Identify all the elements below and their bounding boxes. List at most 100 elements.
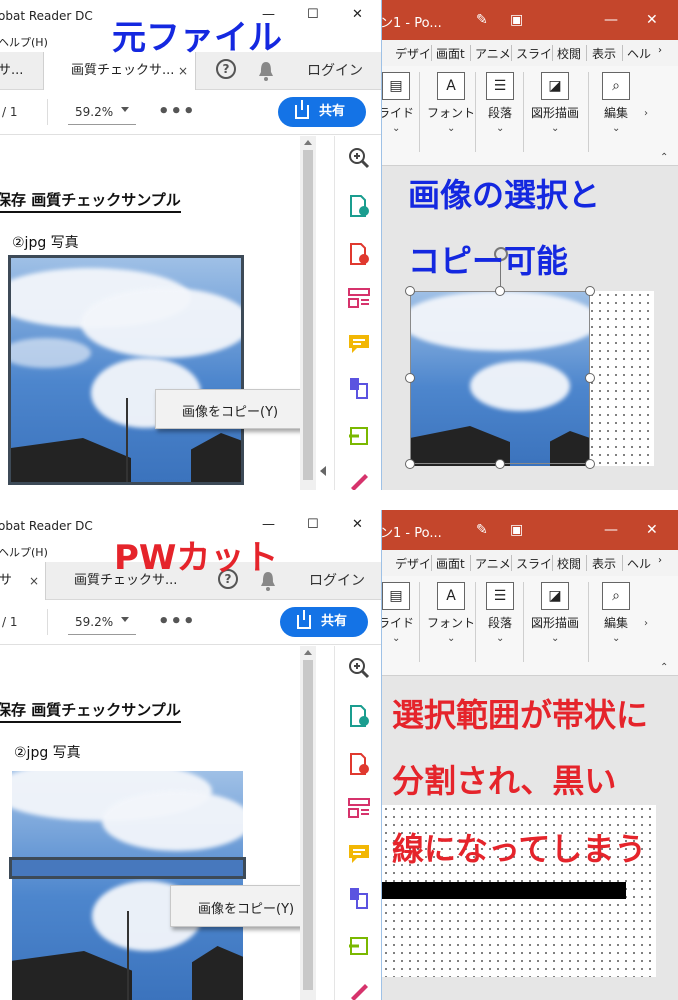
tab-transitions[interactable]: 画面t <box>436 45 465 62</box>
login-link[interactable]: ログイン <box>309 562 365 600</box>
tab-review[interactable]: 校閲 <box>557 45 581 62</box>
chevron-up-icon[interactable]: ⌃ <box>660 662 668 673</box>
chevron-up-icon[interactable]: ⌃ <box>660 152 668 163</box>
create-pdf-icon[interactable] <box>347 752 371 776</box>
resize-handle[interactable] <box>405 286 415 296</box>
tab-help[interactable]: ヘル <box>627 45 651 62</box>
create-pdf-icon[interactable] <box>347 242 371 266</box>
chevron-right-icon[interactable]: › <box>658 555 662 566</box>
chevron-down-icon[interactable]: ⌄ <box>392 123 400 134</box>
resize-handle[interactable] <box>405 373 415 383</box>
resize-handle[interactable] <box>585 286 595 296</box>
brush-icon[interactable]: ✎ <box>476 522 488 538</box>
more-tools-button[interactable]: ••• <box>158 611 196 632</box>
close-icon[interactable]: ✕ <box>352 517 363 532</box>
tab-design[interactable]: デザイ <box>395 45 431 62</box>
share-button[interactable]: 共有 <box>278 97 366 127</box>
login-link[interactable]: ログイン <box>307 52 363 90</box>
ribbon-drawing-group[interactable]: ◪ 図形描画 <box>526 582 584 631</box>
tab-view[interactable]: 表示 <box>592 45 616 62</box>
combine-files-icon[interactable] <box>347 376 371 400</box>
chevron-down-icon[interactable]: ⌄ <box>447 123 455 134</box>
tab-slideshow[interactable]: スライ <box>516 555 552 572</box>
export-pdf-icon[interactable] <box>347 194 371 218</box>
close-icon[interactable]: ✕ <box>352 7 363 22</box>
menu-help[interactable]: ヘルプ(H) <box>0 34 48 50</box>
ribbon-slide-group[interactable]: ▤ ライド <box>382 582 416 631</box>
resize-handle[interactable] <box>495 286 505 296</box>
collapse-panel-icon[interactable] <box>320 466 326 476</box>
copy-image-menu-item[interactable]: 画像をコピー(Y) <box>182 401 278 420</box>
chevron-down-icon[interactable]: ⌄ <box>496 633 504 644</box>
chevron-down-icon[interactable]: ⌄ <box>392 633 400 644</box>
minimize-icon[interactable]: — <box>604 522 618 538</box>
page-number[interactable]: / 1 <box>2 615 18 629</box>
fill-sign-icon[interactable] <box>347 978 371 1000</box>
chevron-right-icon[interactable]: › <box>644 108 648 119</box>
chevron-down-icon[interactable]: ⌄ <box>447 633 455 644</box>
more-tools-button[interactable]: ••• <box>158 101 196 122</box>
ribbon-font-group[interactable]: A フォント <box>422 582 480 631</box>
tab-review[interactable]: 校閲 <box>557 555 581 572</box>
chevron-down-icon[interactable]: ⌄ <box>551 633 559 644</box>
tab-slideshow[interactable]: スライ <box>516 45 552 62</box>
resize-handle[interactable] <box>405 459 415 469</box>
sky-photo[interactable] <box>8 255 244 485</box>
chevron-down-icon[interactable]: ⌄ <box>612 633 620 644</box>
tab-close-icon[interactable]: × <box>29 562 39 600</box>
zoom-level[interactable]: 59.2% <box>75 105 113 119</box>
organize-pages-icon[interactable] <box>347 796 371 820</box>
comment-icon[interactable] <box>347 332 371 356</box>
close-icon[interactable]: ✕ <box>646 12 658 28</box>
chevron-down-icon[interactable]: ⌄ <box>551 123 559 134</box>
ribbon-display-icon[interactable]: ▣ <box>510 12 523 28</box>
page-number[interactable]: / 1 <box>2 105 18 119</box>
scroll-up-arrow[interactable] <box>304 650 312 655</box>
scroll-up-arrow[interactable] <box>304 140 312 145</box>
ribbon-display-icon[interactable]: ▣ <box>510 522 523 538</box>
organize-pages-icon[interactable] <box>347 286 371 310</box>
maximize-icon[interactable]: ☐ <box>307 517 319 532</box>
chevron-down-icon[interactable] <box>121 617 129 622</box>
zoom-in-icon[interactable] <box>347 656 371 680</box>
document-view[interactable]: 保存 画質チェックサンプル ②jpg 写真 画像をコピー(Y) <box>0 646 300 1000</box>
resize-handle[interactable] <box>585 459 595 469</box>
close-icon[interactable]: ✕ <box>646 522 658 538</box>
tab-view[interactable]: 表示 <box>592 555 616 572</box>
ribbon-paragraph-group[interactable]: ☰ 段落 <box>478 582 522 631</box>
zoom-level[interactable]: 59.2% <box>75 615 113 629</box>
vertical-scrollbar[interactable] <box>300 646 316 1000</box>
maximize-icon[interactable]: ☐ <box>307 7 319 22</box>
tab-animations[interactable]: アニメ <box>475 555 511 572</box>
edit-pdf-icon[interactable] <box>347 934 371 958</box>
ribbon-slide-group[interactable]: ▤ ライド <box>382 72 416 121</box>
tab-transitions[interactable]: 画面t <box>436 555 465 572</box>
comment-icon[interactable] <box>347 842 371 866</box>
export-pdf-icon[interactable] <box>347 704 371 728</box>
ribbon-editing-group[interactable]: ⌕ 編集 <box>594 582 638 631</box>
chevron-right-icon[interactable]: › <box>658 45 662 56</box>
chevron-down-icon[interactable]: ⌄ <box>496 123 504 134</box>
tab-design[interactable]: デザイ <box>395 555 431 572</box>
tab-document-1[interactable]: サ × <box>0 562 46 600</box>
edit-pdf-icon[interactable] <box>347 424 371 448</box>
tab-animations[interactable]: アニメ <box>475 45 511 62</box>
tab-help[interactable]: ヘル <box>627 555 651 572</box>
tab-document-1[interactable]: サ... <box>0 52 42 90</box>
combine-files-icon[interactable] <box>347 886 371 910</box>
chevron-down-icon[interactable]: ⌄ <box>612 123 620 134</box>
chevron-right-icon[interactable]: › <box>644 618 648 629</box>
chevron-down-icon[interactable] <box>121 107 129 112</box>
selection-strip[interactable] <box>9 857 246 879</box>
ribbon-drawing-group[interactable]: ◪ 図形描画 <box>526 72 584 121</box>
ribbon-paragraph-group[interactable]: ☰ 段落 <box>478 72 522 121</box>
scroll-thumb[interactable] <box>303 150 313 480</box>
resize-handle[interactable] <box>495 459 505 469</box>
copy-image-menu-item[interactable]: 画像をコピー(Y) <box>198 898 294 917</box>
fill-sign-icon[interactable] <box>347 468 371 490</box>
vertical-scrollbar[interactable] <box>300 136 316 490</box>
scroll-thumb[interactable] <box>303 660 313 990</box>
help-icon[interactable]: ? <box>216 59 236 79</box>
share-button[interactable]: 共有 <box>280 607 368 637</box>
ribbon-font-group[interactable]: A フォント <box>422 72 480 121</box>
